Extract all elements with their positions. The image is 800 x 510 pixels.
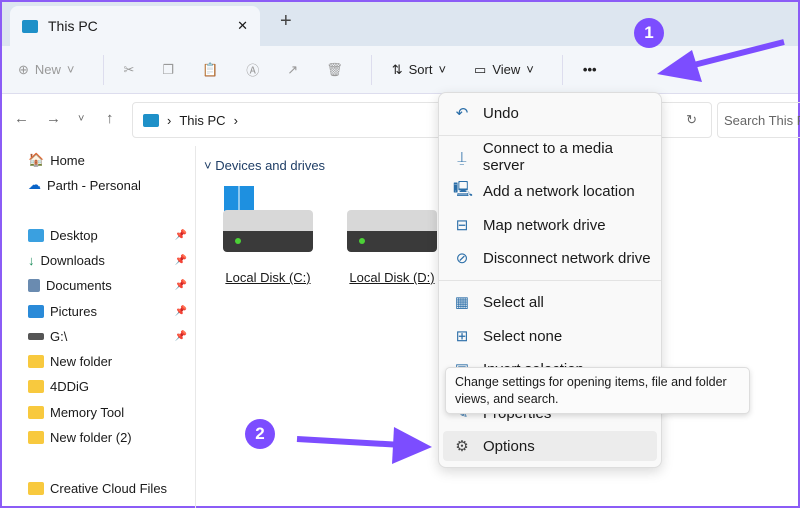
annotation-arrows bbox=[296, 39, 785, 464]
arrow-2 bbox=[296, 436, 403, 448]
step-badge-2: 2 bbox=[245, 419, 275, 449]
arrow-1-head bbox=[657, 50, 702, 82]
arrow-2-head bbox=[392, 427, 432, 464]
arrow-1 bbox=[681, 39, 785, 71]
step-badge-1: 1 bbox=[634, 18, 664, 48]
